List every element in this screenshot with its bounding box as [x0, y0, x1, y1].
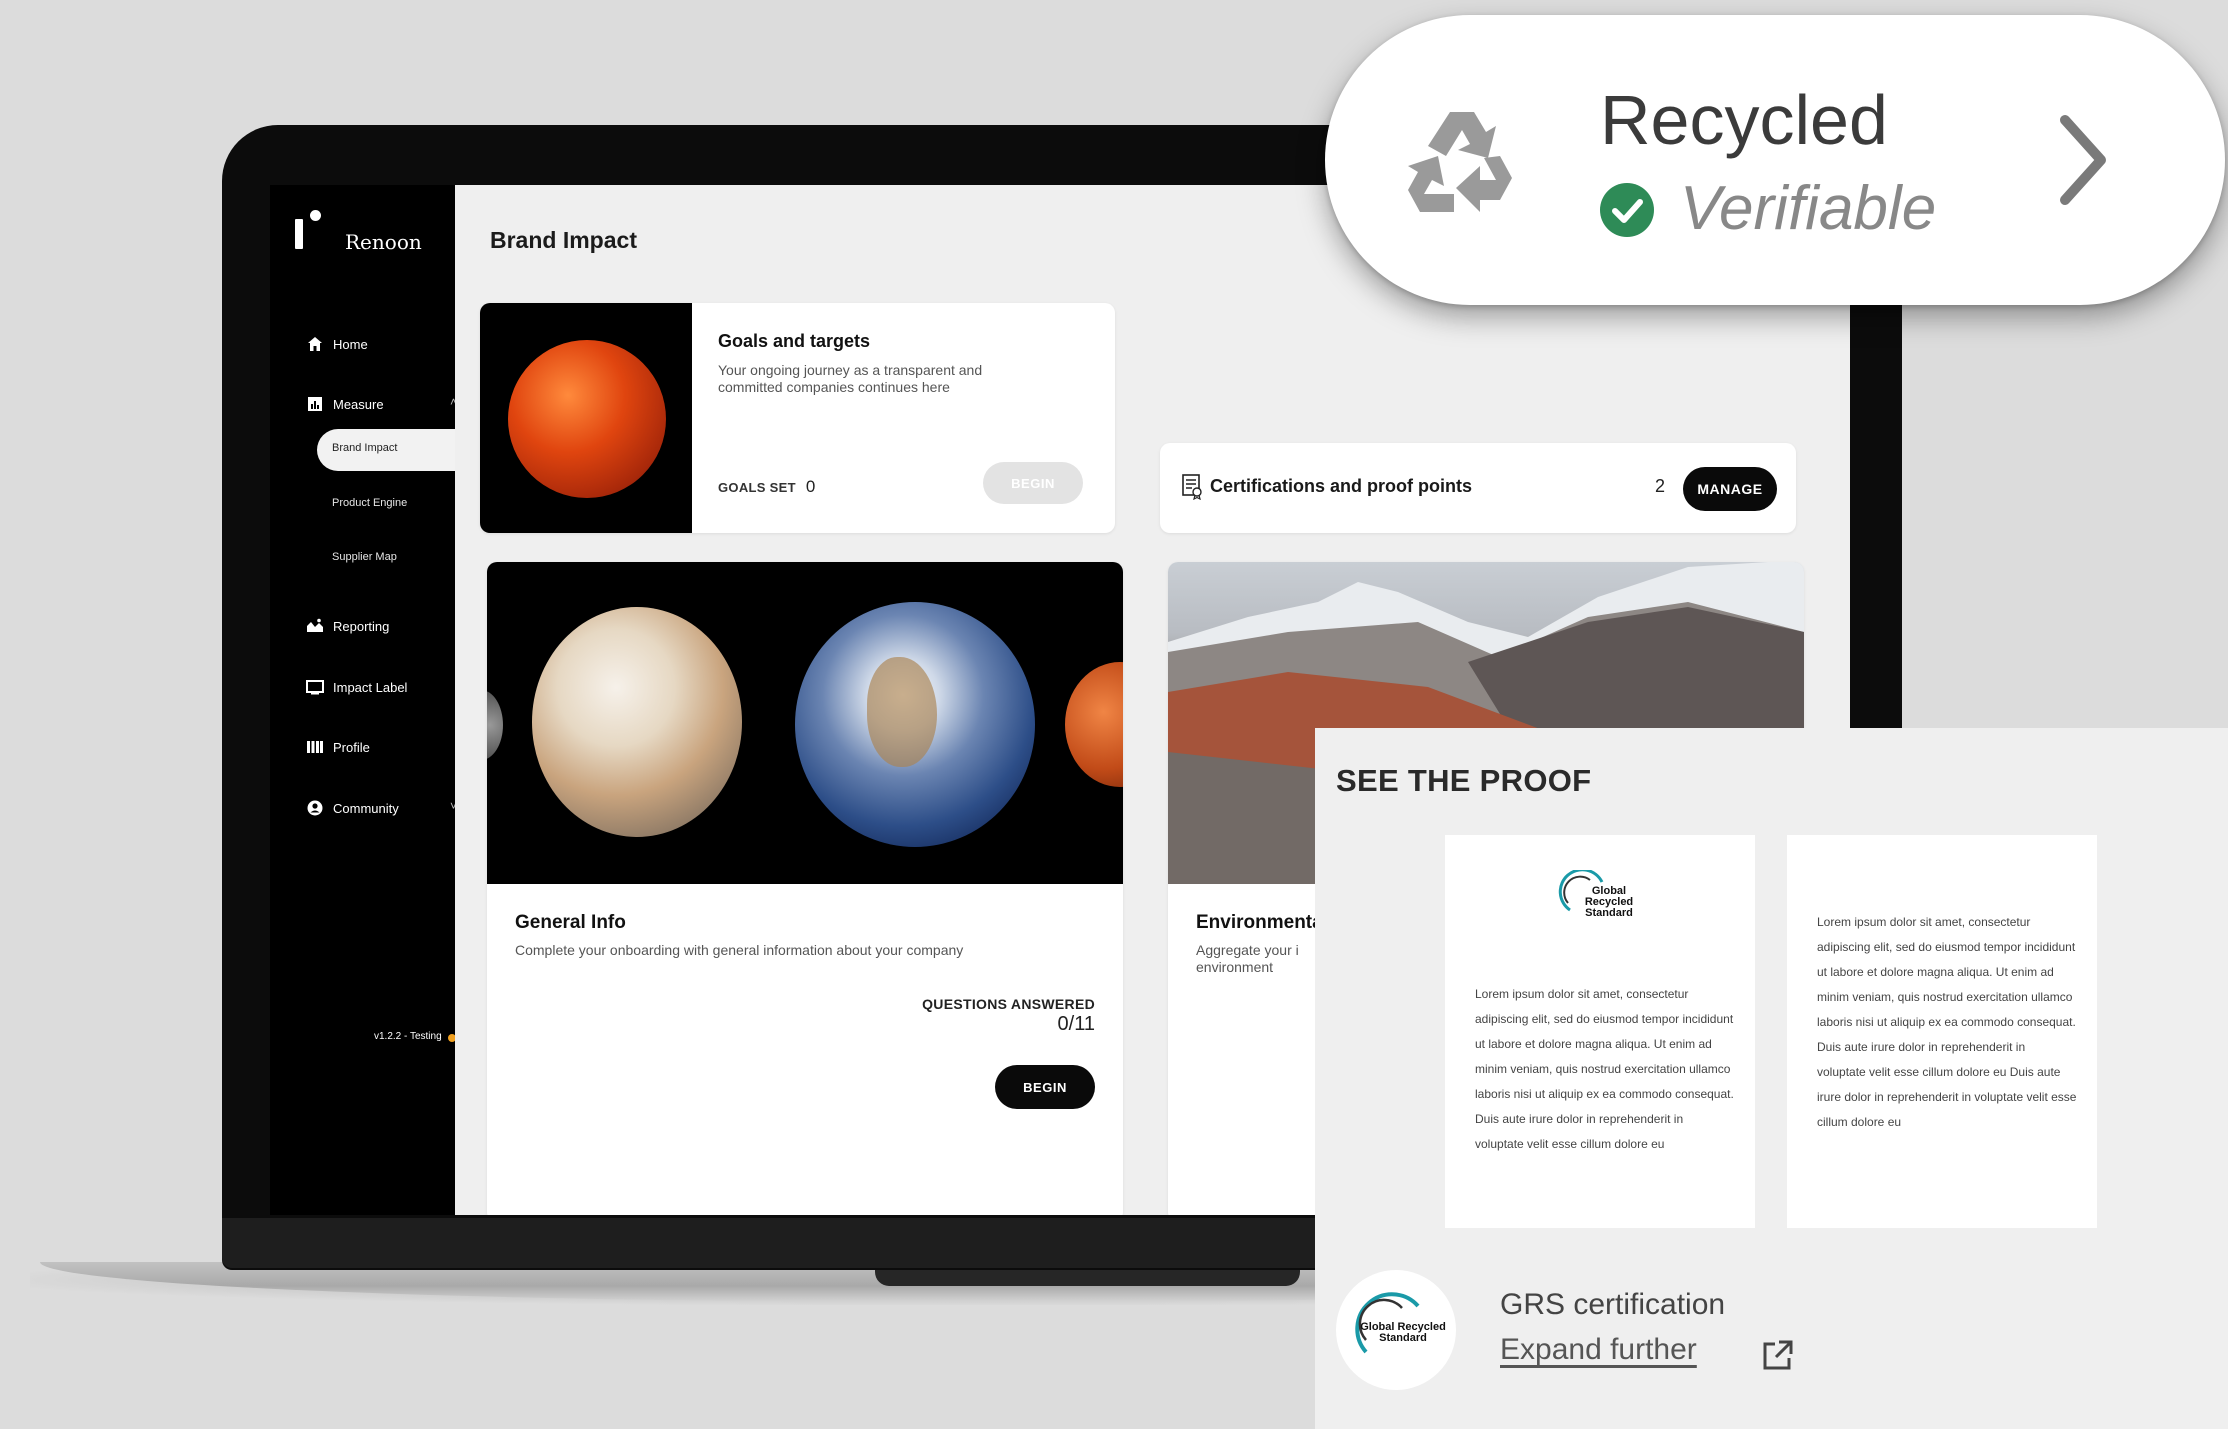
sidebar-item-label: Impact Label: [333, 679, 408, 695]
expand-further-link[interactable]: Expand further: [1500, 1333, 1697, 1367]
environment-title: Environmenta: [1196, 912, 1323, 933]
sidebar-item-label: Community: [333, 800, 399, 816]
recycled-verifiable-badge[interactable]: Recycled Verifiable: [1325, 15, 2225, 305]
grs-certification-label: GRS certification: [1500, 1288, 1726, 1321]
document-text: Lorem ipsum dolor sit amet, consectetur …: [1475, 987, 1734, 1151]
planets-image: [487, 562, 1123, 884]
goals-set-label: GOALS SET: [718, 479, 796, 495]
goals-description: Your ongoing journey as a transparent an…: [718, 362, 983, 395]
reporting-icon: [306, 617, 324, 635]
recycle-icon: [1408, 112, 1512, 212]
environment-description: Aggregate your i environment: [1196, 942, 1299, 975]
goals-set-value: 0: [805, 477, 816, 496]
chevron-right-icon[interactable]: [2053, 110, 2113, 210]
recycled-title: Recycled: [1600, 81, 1888, 159]
external-link-icon[interactable]: [1761, 1338, 1795, 1372]
general-info-begin-button[interactable]: BEGIN: [995, 1065, 1095, 1109]
sidebar-item-label: Reporting: [333, 618, 390, 634]
general-info-description: Complete your onboarding with general in…: [515, 942, 964, 958]
certifications-card: Certifications and proof points 2 MANAGE: [1160, 443, 1796, 533]
certificate-document[interactable]: Global Recycled Standard Lorem ipsum dol…: [1445, 835, 1755, 1228]
sidebar-item-community[interactable]: Community: [306, 796, 399, 820]
monitor-icon: [306, 678, 324, 696]
general-info-card[interactable]: General Info Complete your onboarding wi…: [487, 562, 1123, 1215]
home-icon: [306, 335, 324, 353]
sidebar-item-label: Home: [333, 336, 368, 352]
manage-button[interactable]: MANAGE: [1683, 467, 1777, 511]
sidebar-item-reporting[interactable]: Reporting: [306, 614, 389, 638]
sidebar-item-label: Measure: [333, 396, 384, 412]
see-the-proof-panel: SEE THE PROOF Global Recycled Standard L…: [1315, 728, 2228, 1429]
renoon-logo-icon: [295, 207, 335, 249]
sidebar-item-label: Profile: [333, 739, 370, 755]
document-text: Lorem ipsum dolor sit amet, consectetur …: [1817, 915, 2077, 1129]
goals-begin-button[interactable]: BEGIN: [983, 462, 1083, 504]
sidebar-item-home[interactable]: Home: [306, 332, 368, 356]
brand-name: Renoon: [345, 230, 422, 254]
sidebar-subitem-product-engine[interactable]: Product Engine: [332, 497, 407, 509]
certifications-count: 2: [1655, 476, 1666, 496]
sidebar: Renoon Home Measure ˄ Brand Impact Produ…: [270, 185, 467, 1215]
goals-card: Goals and targets Your ongoing journey a…: [480, 303, 1115, 533]
page-title: Brand Impact: [490, 227, 637, 253]
mars-image: [480, 303, 692, 533]
verifiable-subtitle: Verifiable: [1680, 174, 1937, 243]
version-label: v1.2.2 - Testing: [374, 1031, 442, 1042]
goals-title: Goals and targets: [718, 331, 871, 351]
certificate-document[interactable]: Lorem ipsum dolor sit amet, consectetur …: [1787, 835, 2097, 1228]
goals-set: GOALS SET 0: [718, 477, 816, 497]
questions-answered-value: 0/11: [1057, 1013, 1095, 1035]
sidebar-subitem-brand-impact[interactable]: Brand Impact: [317, 429, 467, 471]
sidebar-item-impact-label[interactable]: Impact Label: [306, 675, 407, 699]
check-circle-icon: [1600, 183, 1654, 237]
general-info-title: General Info: [515, 912, 626, 933]
sidebar-item-profile[interactable]: Profile: [306, 735, 370, 759]
certifications-title: Certifications and proof points: [1210, 476, 1473, 496]
sidebar-item-measure[interactable]: Measure: [306, 392, 384, 416]
proof-title: SEE THE PROOF: [1336, 763, 1592, 798]
sidebar-subitem-label: Brand Impact: [332, 442, 398, 454]
certificate-icon: [1182, 474, 1202, 500]
sidebar-subitem-supplier-map[interactable]: Supplier Map: [332, 551, 397, 563]
questions-answered-label: QUESTIONS ANSWERED: [922, 996, 1095, 1012]
grs-logo: Global Recycled Standard: [1550, 870, 1650, 920]
bar-chart-icon: [306, 395, 324, 413]
library-icon: [306, 738, 324, 756]
grs-badge-logo: Global Recycled Standard: [1336, 1270, 1456, 1390]
user-circle-icon: [306, 799, 324, 817]
